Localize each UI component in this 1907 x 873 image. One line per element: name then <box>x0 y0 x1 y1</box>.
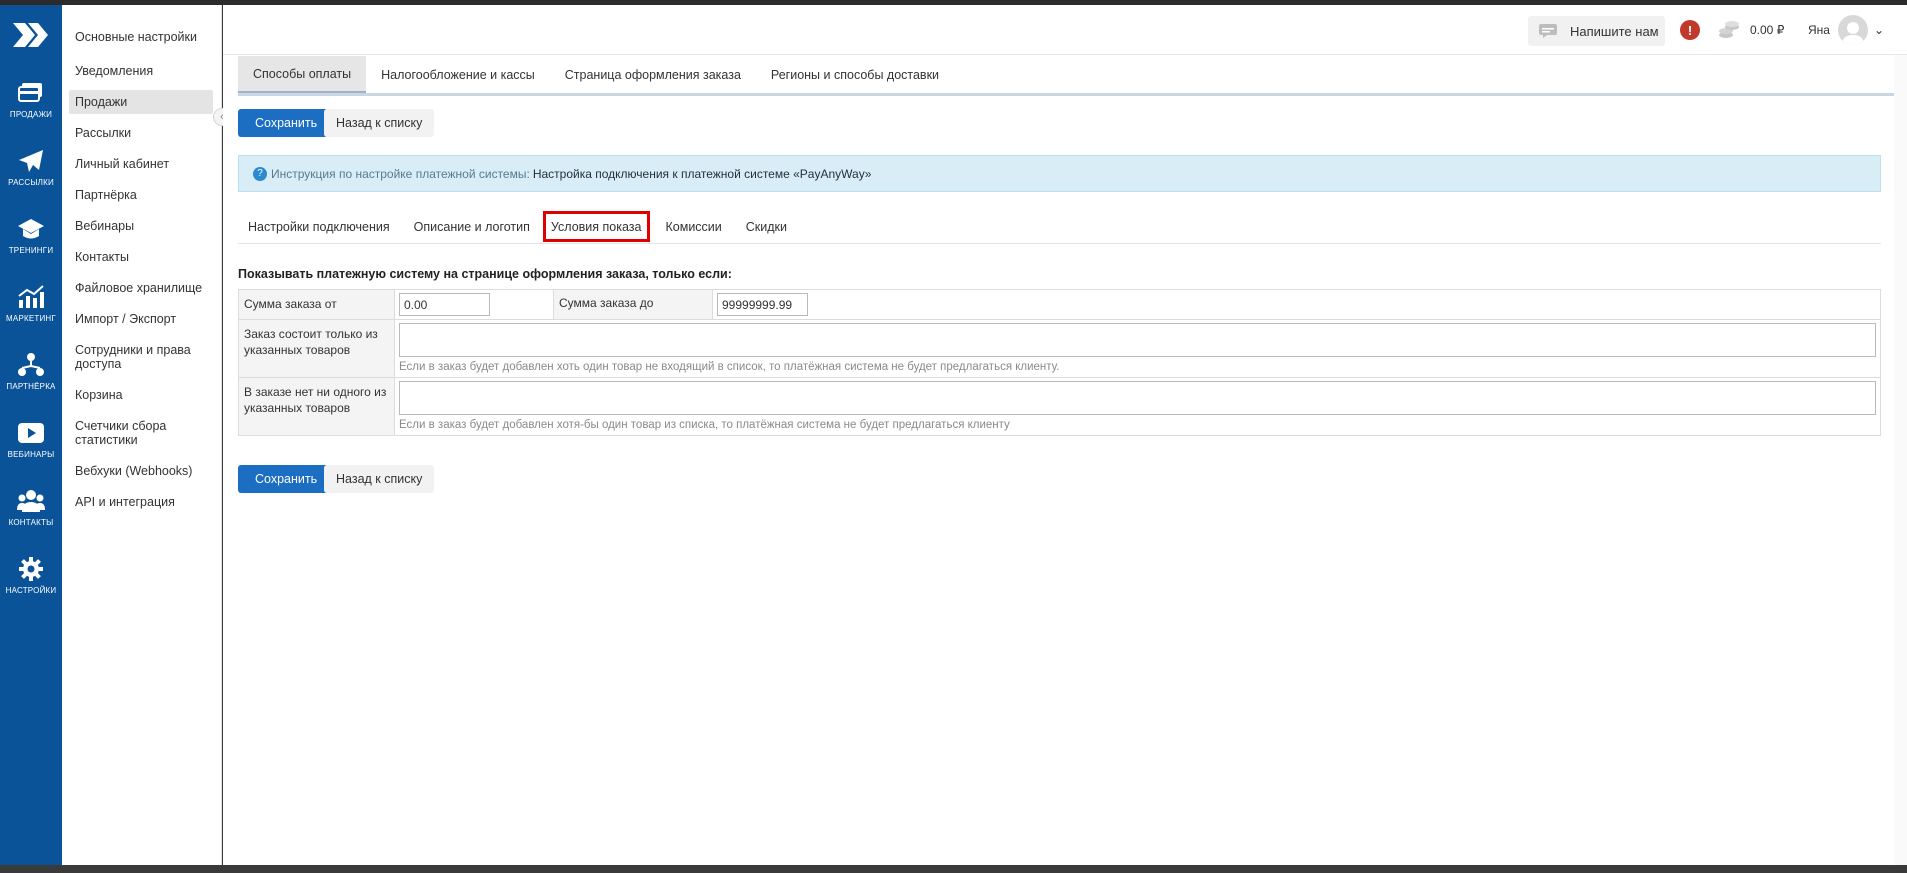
card-icon <box>18 82 42 102</box>
alert-mark: ! <box>1687 22 1693 38</box>
no-products-cell: Если в заказ будет добавлен хотя-бы один… <box>394 377 1881 436</box>
top-bar: Напишите нам ! 0.00 ₽ Яна ⌄ <box>223 5 1907 55</box>
write-to-us-label: Напишите нам <box>1570 23 1659 39</box>
submenu-item[interactable]: API и интеграция <box>69 490 213 514</box>
submenu-item[interactable]: Личный кабинет <box>69 152 213 176</box>
rail-item-label: ПАРТНЁРКА <box>6 381 56 391</box>
tabs-underline <box>238 93 1894 96</box>
only-products-hint: Если в заказ будет добавлен хоть один то… <box>399 361 1060 373</box>
back-to-list-button[interactable]: Назад к списку <box>324 109 435 137</box>
rail-item-label: ПРОДАЖИ <box>9 109 53 119</box>
balance-value: 0.00 ₽ <box>1750 23 1785 37</box>
write-to-us-button[interactable]: Напишите нам <box>1528 16 1665 46</box>
back-to-list-button-bottom[interactable]: Назад к списку <box>324 465 435 493</box>
rail-item-label: ВЕБИНАРЫ <box>7 449 55 459</box>
rail-item-trainings[interactable]: ТРЕНИНГИ <box>0 201 62 269</box>
submenu-item[interactable]: Вебинары <box>69 214 213 238</box>
subtab-display-conditions[interactable]: Условия показа <box>542 211 650 242</box>
conditions-table: Сумма заказа от Сумма заказа до Заказ со… <box>238 289 1881 436</box>
sum-to-cell <box>712 289 1881 320</box>
table-row: В заказе нет ни одного из указанных това… <box>238 377 1881 436</box>
instruction-prefix: Инструкция по настройке платежной систем… <box>271 166 530 181</box>
sum-from-input[interactable] <box>399 293 490 316</box>
save-button[interactable]: Сохранить <box>238 109 335 137</box>
user-name: Яна <box>1808 23 1830 37</box>
rail-item-label: НАСТРОЙКИ <box>5 585 57 595</box>
no-products-selector[interactable] <box>399 381 1876 415</box>
subtab-description[interactable]: Описание и логотип <box>414 220 530 234</box>
alert-icon[interactable]: ! <box>1680 20 1700 40</box>
submenu-item[interactable]: Импорт / Экспорт <box>69 307 213 331</box>
rail-item-sales[interactable]: ПРОДАЖИ <box>0 65 62 133</box>
question-icon: ? <box>253 166 267 181</box>
tab-payment-methods[interactable]: Способы оплаты <box>238 56 367 93</box>
tab-delivery-regions[interactable]: Регионы и способы доставки <box>756 56 954 93</box>
sum-from-cell <box>394 289 554 320</box>
subtab-discounts[interactable]: Скидки <box>746 220 787 234</box>
play-icon <box>18 422 44 443</box>
logo[interactable] <box>0 5 62 65</box>
submenu-item[interactable]: Корзина <box>69 383 213 407</box>
user-menu[interactable]: Яна ⌄ <box>1808 14 1884 46</box>
subtab-commissions[interactable]: Комиссии <box>666 220 722 234</box>
network-icon <box>18 352 44 376</box>
main-content: Напишите нам ! 0.00 ₽ Яна ⌄ Способы опла… <box>223 5 1907 865</box>
no-products-hint: Если в заказ будет добавлен хотя-бы один… <box>399 419 1010 431</box>
rail-item-marketing[interactable]: МАРКЕТИНГ <box>0 269 62 337</box>
paper-plane-icon <box>19 149 43 172</box>
sum-from-label: Сумма заказа от <box>238 289 395 320</box>
instruction-link[interactable]: Настройка подключения к платежной систем… <box>533 167 872 181</box>
rail-item-contacts[interactable]: КОНТАКТЫ <box>0 473 62 541</box>
tab-checkout-page[interactable]: Страница оформления заказа <box>550 56 756 93</box>
user-avatar-icon <box>1841 22 1864 45</box>
submenu-item-active[interactable]: Продажи <box>69 90 213 114</box>
rail-item-partners[interactable]: ПАРТНЁРКА <box>0 337 62 405</box>
only-products-cell: Если в заказ будет добавлен хоть один то… <box>394 319 1881 378</box>
submenu-item[interactable]: Партнёрка <box>69 183 213 207</box>
chat-icon <box>1539 24 1557 38</box>
subtab-connection[interactable]: Настройки подключения <box>248 220 390 234</box>
submenu-item[interactable]: Контакты <box>69 245 213 269</box>
balance[interactable]: 0.00 ₽ <box>1718 18 1784 42</box>
top-tabs: Способы оплаты Налогообложение и кассы С… <box>238 56 954 94</box>
chart-icon <box>18 284 44 308</box>
rail-item-webinars[interactable]: ВЕБИНАРЫ <box>0 405 62 473</box>
gear-icon <box>19 556 43 581</box>
instruction-alert: ? Инструкция по настройке платежной сист… <box>238 155 1881 192</box>
table-row: Заказ состоит только из указанных товаро… <box>238 319 1881 378</box>
rail-item-label: КОНТАКТЫ <box>8 517 54 527</box>
graduation-cap-icon <box>18 218 44 238</box>
settings-submenu: Основные настройки Уведомления Продажи Р… <box>62 5 222 865</box>
table-row: Сумма заказа от Сумма заказа до <box>238 289 1881 320</box>
rail-item-settings[interactable]: НАСТРОЙКИ <box>0 541 62 609</box>
sum-to-input[interactable] <box>717 293 808 316</box>
submenu-item[interactable]: Счетчики сбора статистики <box>69 414 213 452</box>
logo-chevrons-icon <box>13 23 48 47</box>
save-button-bottom[interactable]: Сохранить <box>238 465 335 493</box>
sum-to-label: Сумма заказа до <box>553 289 713 320</box>
coins-icon <box>1719 21 1739 38</box>
only-products-label: Заказ состоит только из указанных товаро… <box>238 319 395 378</box>
submenu-item[interactable]: Уведомления <box>69 59 213 83</box>
tab-taxes[interactable]: Налогообложение и кассы <box>366 56 550 93</box>
chevron-down-icon: ⌄ <box>1873 23 1885 37</box>
submenu-item[interactable]: Основные настройки <box>69 25 213 49</box>
submenu-item[interactable]: Рассылки <box>69 121 213 145</box>
submenu-item[interactable]: Файловое хранилище <box>69 276 213 300</box>
scrollbar[interactable] <box>1894 55 1907 865</box>
main-nav-rail: ПРОДАЖИ РАССЫЛКИ ТРЕНИНГИ МАРКЕТИНГ ПАРТ… <box>0 5 62 865</box>
submenu-item[interactable]: Сотрудники и права доступа <box>69 338 213 376</box>
rail-item-label: ТРЕНИНГИ <box>8 245 54 255</box>
rail-item-label: РАССЫЛКИ <box>8 177 54 187</box>
rail-item-mailings[interactable]: РАССЫЛКИ <box>0 133 62 201</box>
submenu-item[interactable]: Вебхуки (Webhooks) <box>69 459 213 483</box>
no-products-label: В заказе нет ни одного из указанных това… <box>238 377 395 436</box>
users-icon <box>17 489 45 512</box>
rail-item-label: МАРКЕТИНГ <box>6 313 56 323</box>
avatar <box>1837 15 1868 45</box>
conditions-heading: Показывать платежную систему на странице… <box>238 267 732 281</box>
only-products-selector[interactable] <box>399 323 1876 357</box>
sub-tabs: Настройки подключения Описание и логотип… <box>238 210 1881 244</box>
window-bottom-strip <box>0 865 1907 873</box>
